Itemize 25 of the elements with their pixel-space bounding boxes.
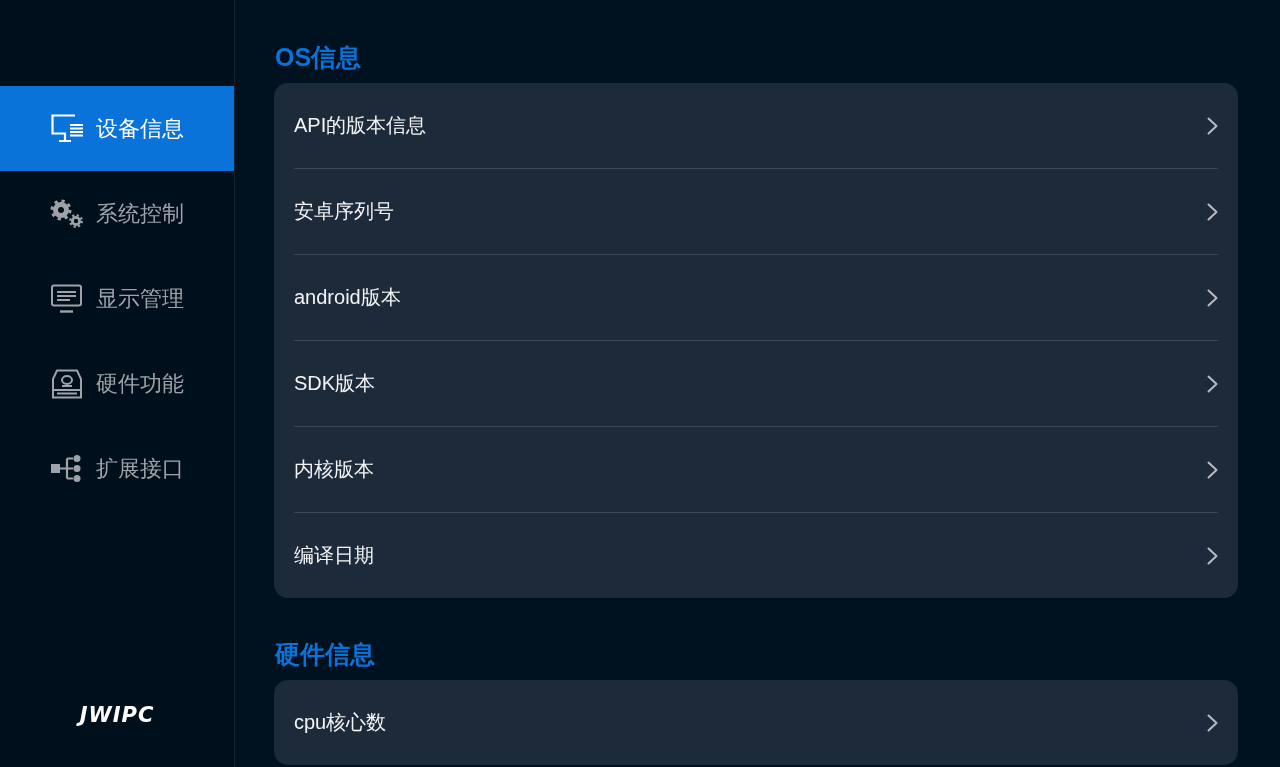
settings-row[interactable]: android版本 (294, 255, 1218, 341)
monitor-icon (50, 113, 84, 144)
chevron-right-icon (1207, 546, 1218, 565)
nav-item[interactable]: 显示管理 (0, 256, 234, 341)
nav-item[interactable]: 系统控制 (0, 171, 234, 256)
chevron-right-icon (1207, 374, 1218, 393)
nav-item[interactable]: 设备信息 (0, 86, 234, 171)
settings-row[interactable]: SDK版本 (294, 341, 1218, 427)
settings-row[interactable]: 编译日期 (294, 513, 1218, 598)
settings-row[interactable]: cpu核心数 (294, 680, 1218, 765)
display-icon (50, 283, 84, 314)
section-title: 硬件信息 (275, 639, 376, 670)
chevron-right-icon (1207, 288, 1218, 307)
section-title: OS信息 (275, 42, 363, 73)
gears-icon (50, 198, 84, 229)
chevron-right-icon (1207, 116, 1218, 135)
settings-row[interactable]: API的版本信息 (294, 83, 1218, 169)
chevron-right-icon (1207, 460, 1218, 479)
chevron-right-icon (1207, 713, 1218, 732)
settings-row[interactable]: 内核版本 (294, 427, 1218, 513)
device-icon (50, 368, 84, 399)
chevron-right-icon (1207, 202, 1218, 221)
settings-row[interactable]: 安卓序列号 (294, 169, 1218, 255)
nav-item[interactable]: 硬件功能 (0, 341, 234, 426)
nav-item[interactable]: 扩展接口 (0, 426, 234, 511)
